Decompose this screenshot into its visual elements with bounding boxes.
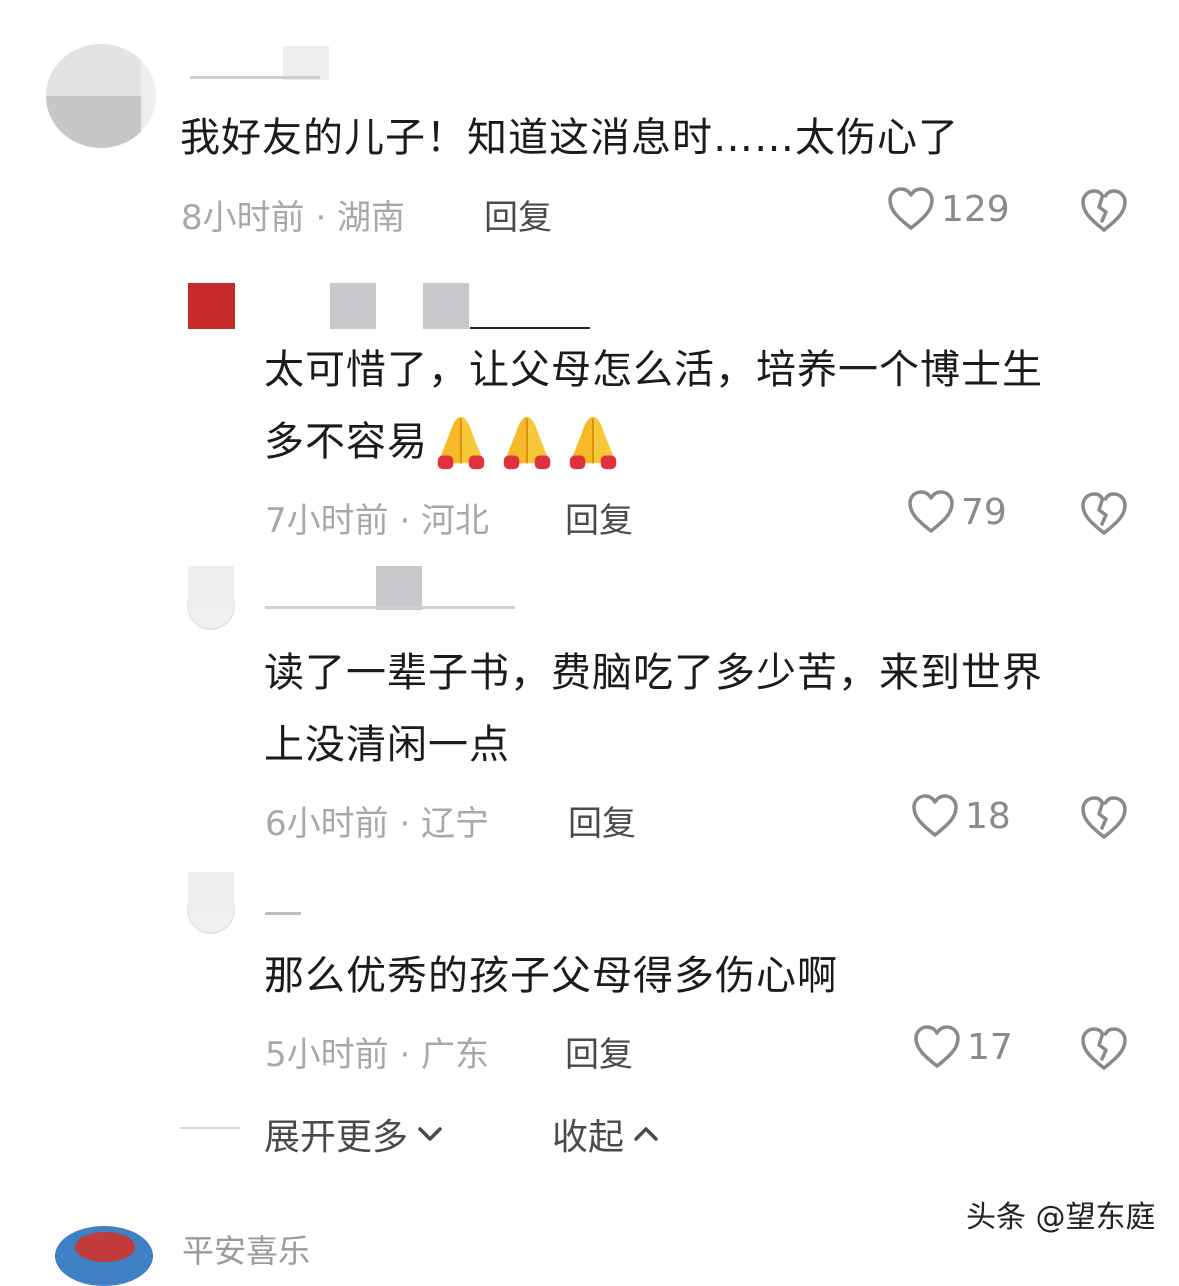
like-count: 79 <box>961 491 1007 533</box>
comment-text-line2: 上没清闲一点 <box>264 722 510 768</box>
like-count: 18 <box>965 795 1011 837</box>
comment-text: 我好友的儿子！知道这消息时……太伤心了 <box>180 115 959 161</box>
comment-text: 读了一辈子书，费脑吃了多少苦，来到世界 <box>264 650 1043 696</box>
username-redacted <box>283 46 329 80</box>
username-redacted <box>330 283 376 329</box>
heart-icon <box>912 794 958 837</box>
broken-heart-icon[interactable] <box>1080 795 1128 841</box>
username-redacted <box>376 566 422 610</box>
expand-more-button[interactable]: 展开更多 <box>264 1108 444 1160</box>
comment-text-line2: 多不容易 <box>264 406 630 478</box>
expand-more-label: 展开更多 <box>264 1117 409 1158</box>
folded-hands-icon <box>569 416 617 470</box>
reply-button[interactable]: 回复 <box>565 493 633 542</box>
username-stub <box>265 606 515 609</box>
username: 平安喜乐 <box>182 1232 311 1270</box>
folded-hands-icon <box>437 416 485 470</box>
reply-button[interactable]: 回复 <box>568 796 636 845</box>
reply-button[interactable]: 回复 <box>565 1027 633 1076</box>
heart-icon <box>908 490 954 533</box>
watermark: 头条 @望东庭 <box>966 1200 1156 1235</box>
avatar[interactable] <box>55 1226 153 1286</box>
comment-meta: 5小时前 · 广东 <box>265 1035 490 1075</box>
username-redacted <box>423 283 469 329</box>
folded-hands-icon <box>503 416 551 470</box>
avatar[interactable] <box>46 44 156 148</box>
comment-text-part: 多不容易 <box>264 419 428 465</box>
broken-heart-icon[interactable] <box>1080 188 1128 234</box>
username-stub <box>265 912 301 915</box>
comment-meta: 6小时前 · 辽宁 <box>265 804 490 844</box>
comment-text: 那么优秀的孩子父母得多伤心啊 <box>264 953 838 999</box>
comment-meta: 8小时前 · 湖南 <box>181 198 406 238</box>
heart-icon <box>914 1025 960 1068</box>
reply-button[interactable]: 回复 <box>484 190 552 239</box>
like-button[interactable]: 18 <box>911 793 1011 839</box>
broken-heart-icon[interactable] <box>1080 491 1128 537</box>
username-stub <box>470 327 590 329</box>
like-count: 129 <box>941 188 1010 230</box>
chevron-down-icon <box>418 1127 442 1141</box>
comment-meta: 7小时前 · 河北 <box>265 501 490 541</box>
collapse-button[interactable]: 收起 <box>552 1108 660 1160</box>
chevron-up-icon <box>634 1127 658 1141</box>
collapse-label: 收起 <box>552 1117 625 1158</box>
like-button[interactable]: 79 <box>907 489 1007 535</box>
avatar-redacted <box>188 566 234 610</box>
avatar[interactable] <box>188 283 235 329</box>
broken-heart-icon[interactable] <box>1080 1026 1128 1072</box>
heart-icon <box>888 187 934 230</box>
like-button[interactable]: 17 <box>913 1024 1013 1070</box>
like-count: 17 <box>967 1026 1013 1068</box>
like-button[interactable]: 129 <box>887 186 1010 232</box>
avatar-redacted <box>188 872 234 912</box>
divider <box>180 1127 240 1129</box>
comment-text: 太可惜了，让父母怎么活，培养一个博士生 <box>264 347 1043 393</box>
username-stub <box>190 76 320 79</box>
